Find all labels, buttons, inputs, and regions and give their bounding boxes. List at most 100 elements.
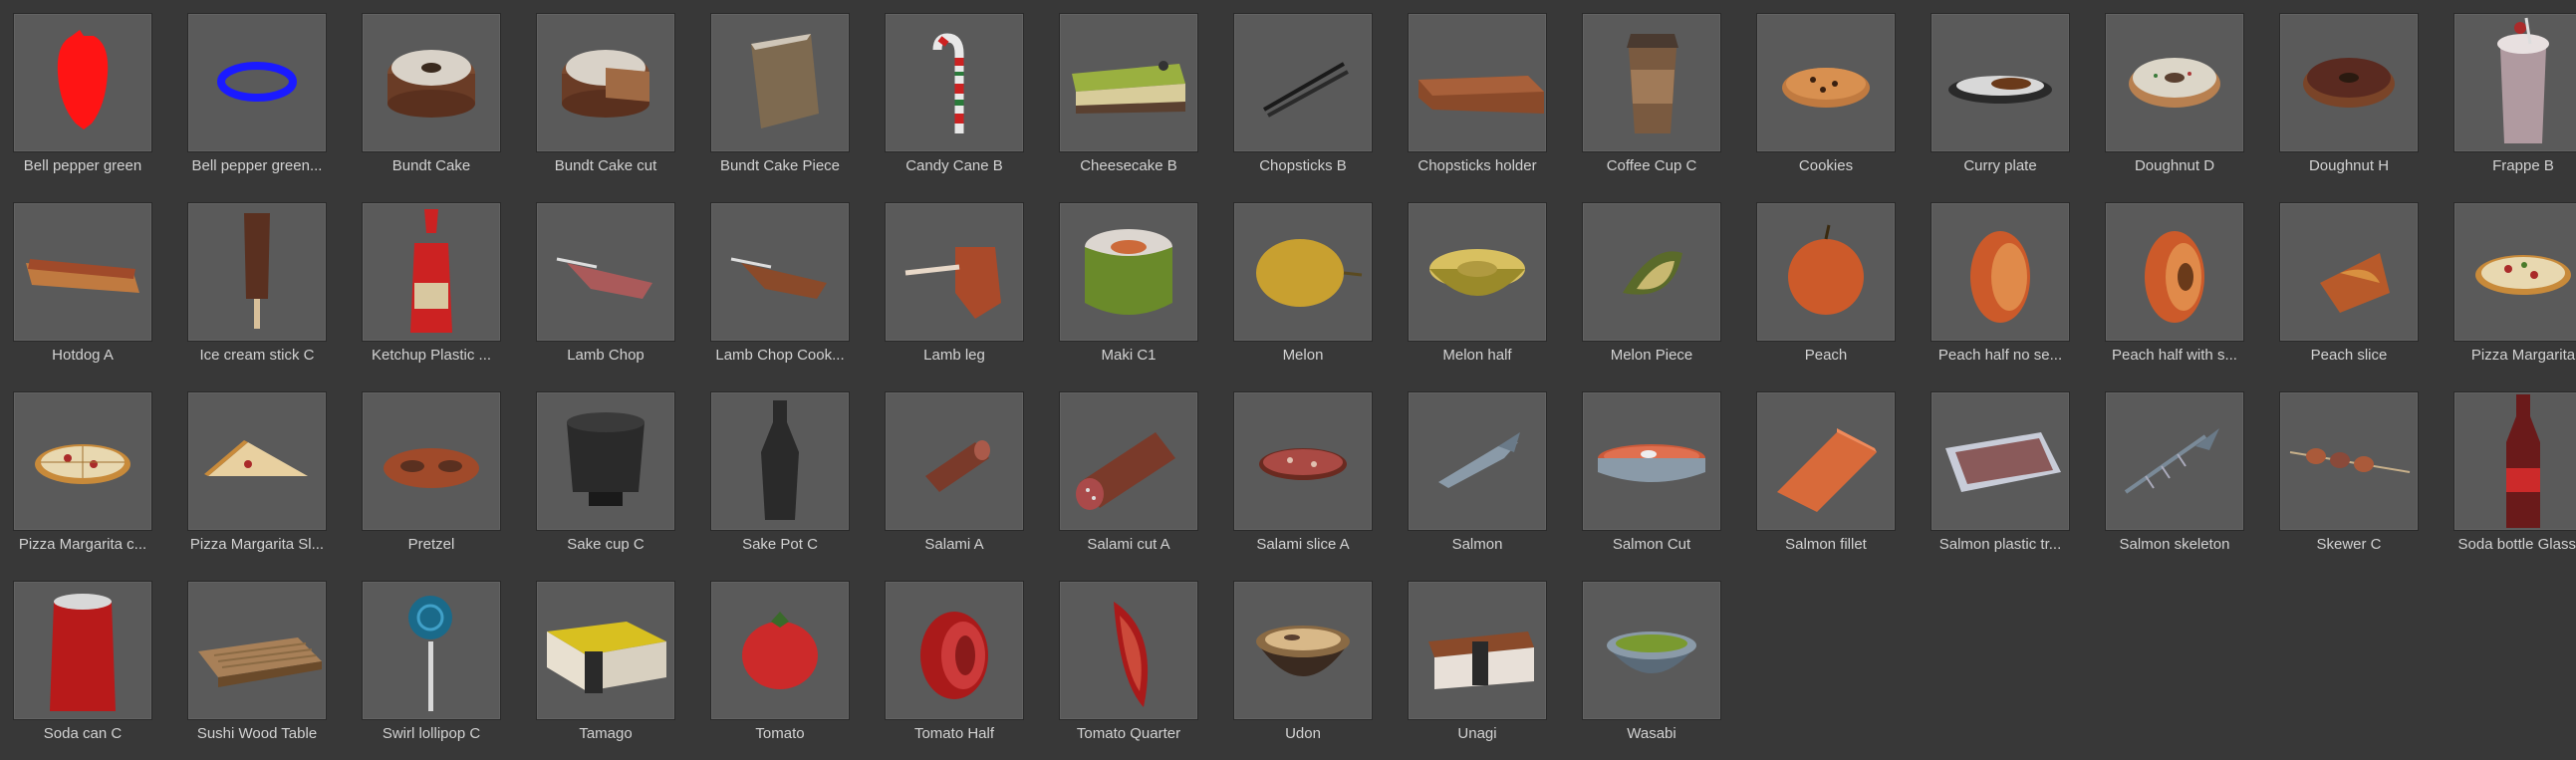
asset-item[interactable]: Sushi Wood Table <box>187 581 337 760</box>
asset-item[interactable]: Tomato <box>710 581 860 760</box>
asset-item[interactable]: Bell pepper green... <box>187 13 337 192</box>
tamago-icon[interactable] <box>536 581 675 720</box>
asset-item[interactable]: Salmon skeleton <box>2105 391 2254 571</box>
salmon-tray-icon[interactable] <box>1931 391 2070 531</box>
melon-piece-icon[interactable] <box>1582 202 1721 342</box>
asset-item[interactable]: Sake Pot C <box>710 391 860 571</box>
asset-item[interactable]: Chopsticks B <box>1233 13 1383 192</box>
melon-icon[interactable] <box>1233 202 1373 342</box>
asset-item[interactable]: Peach slice <box>2279 202 2429 381</box>
lamb-chop-icon[interactable] <box>536 202 675 342</box>
candy-cane-icon[interactable] <box>885 13 1024 152</box>
asset-item[interactable]: Pizza Margarita c... <box>13 391 162 571</box>
melon-half-icon[interactable] <box>1408 202 1547 342</box>
asset-item[interactable]: Peach half with s... <box>2105 202 2254 381</box>
asset-item[interactable]: Chopsticks holder <box>1408 13 1557 192</box>
asset-item[interactable]: Tomato Half <box>885 581 1034 760</box>
ketchup-bottle-icon[interactable] <box>362 202 501 342</box>
asset-item[interactable]: Udon <box>1233 581 1383 760</box>
doughnut-chocolate-icon[interactable] <box>2279 13 2419 152</box>
chopsticks-holder-icon[interactable] <box>1408 13 1547 152</box>
asset-item[interactable]: Ketchup Plastic ... <box>362 202 511 381</box>
asset-item[interactable]: Candy Cane B <box>885 13 1034 192</box>
asset-item[interactable]: Salami cut A <box>1059 391 1208 571</box>
asset-item[interactable]: Salmon plastic tr... <box>1931 391 2080 571</box>
lamb-leg-icon[interactable] <box>885 202 1024 342</box>
asset-item[interactable]: Soda can C <box>13 581 162 760</box>
red-bell-pepper-icon[interactable] <box>13 13 152 152</box>
asset-item[interactable]: Ice cream stick C <box>187 202 337 381</box>
tomato-icon[interactable] <box>710 581 850 720</box>
lollipop-icon[interactable] <box>362 581 501 720</box>
bundt-cake-piece-icon[interactable] <box>710 13 850 152</box>
salmon-cut-icon[interactable] <box>1582 391 1721 531</box>
coffee-cup-icon[interactable] <box>1582 13 1721 152</box>
asset-item[interactable]: Sake cup C <box>536 391 685 571</box>
soda-bottle-icon[interactable] <box>2453 391 2576 531</box>
asset-item[interactable]: Salami slice A <box>1233 391 1383 571</box>
asset-item[interactable]: Lamb Chop Cook... <box>710 202 860 381</box>
sake-pot-icon[interactable] <box>710 391 850 531</box>
pizza-cut-icon[interactable] <box>13 391 152 531</box>
sake-cup-icon[interactable] <box>536 391 675 531</box>
asset-item[interactable]: Bundt Cake Piece <box>710 13 860 192</box>
asset-item[interactable]: Curry plate <box>1931 13 2080 192</box>
peach-icon[interactable] <box>1756 202 1896 342</box>
salami-slice-icon[interactable] <box>1233 391 1373 531</box>
curry-plate-icon[interactable] <box>1931 13 2070 152</box>
asset-item[interactable]: Doughnut D <box>2105 13 2254 192</box>
ice-cream-stick-icon[interactable] <box>187 202 327 342</box>
maki-icon[interactable] <box>1059 202 1198 342</box>
asset-item[interactable]: Frappe B <box>2453 13 2576 192</box>
pizza-icon[interactable] <box>2453 202 2576 342</box>
asset-item[interactable]: Maki C1 <box>1059 202 1208 381</box>
frappe-icon[interactable] <box>2453 13 2576 152</box>
bundt-cake-cut-icon[interactable] <box>536 13 675 152</box>
cookies-icon[interactable] <box>1756 13 1896 152</box>
salami-icon[interactable] <box>885 391 1024 531</box>
asset-item[interactable]: Pretzel <box>362 391 511 571</box>
chopsticks-icon[interactable] <box>1233 13 1373 152</box>
asset-item[interactable]: Salmon <box>1408 391 1557 571</box>
salmon-skeleton-icon[interactable] <box>2105 391 2244 531</box>
asset-item[interactable]: Tamago <box>536 581 685 760</box>
asset-item[interactable]: Soda bottle Glass... <box>2453 391 2576 571</box>
asset-item[interactable]: Melon Piece <box>1582 202 1731 381</box>
lamb-chop-cooked-icon[interactable] <box>710 202 850 342</box>
asset-item[interactable]: Bundt Cake <box>362 13 511 192</box>
asset-item[interactable]: Salmon Cut <box>1582 391 1731 571</box>
asset-item[interactable]: Hotdog A <box>13 202 162 381</box>
asset-item[interactable]: Melon <box>1233 202 1383 381</box>
asset-item[interactable]: Peach half no se... <box>1931 202 2080 381</box>
asset-item[interactable]: Wasabi <box>1582 581 1731 760</box>
bundt-cake-icon[interactable] <box>362 13 501 152</box>
peach-slice-icon[interactable] <box>2279 202 2419 342</box>
asset-item[interactable]: Unagi <box>1408 581 1557 760</box>
pretzel-icon[interactable] <box>362 391 501 531</box>
salami-cut-icon[interactable] <box>1059 391 1198 531</box>
asset-item[interactable]: Pizza Margarita Sl... <box>187 391 337 571</box>
wasabi-bowl-icon[interactable] <box>1582 581 1721 720</box>
asset-item[interactable]: Peach <box>1756 202 1906 381</box>
asset-item[interactable]: Swirl lollipop C <box>362 581 511 760</box>
blue-bell-pepper-ring-icon[interactable] <box>187 13 327 152</box>
asset-item[interactable]: Skewer C <box>2279 391 2429 571</box>
asset-item[interactable]: Tomato Quarter <box>1059 581 1208 760</box>
sushi-table-icon[interactable] <box>187 581 327 720</box>
unagi-icon[interactable] <box>1408 581 1547 720</box>
asset-item[interactable]: Bundt Cake cut <box>536 13 685 192</box>
asset-item[interactable]: Lamb Chop <box>536 202 685 381</box>
tomato-quarter-icon[interactable] <box>1059 581 1198 720</box>
asset-item[interactable]: Melon half <box>1408 202 1557 381</box>
soda-can-icon[interactable] <box>13 581 152 720</box>
asset-item[interactable]: Bell pepper green <box>13 13 162 192</box>
tomato-half-icon[interactable] <box>885 581 1024 720</box>
asset-item[interactable]: Pizza Margarita <box>2453 202 2576 381</box>
peach-half-icon[interactable] <box>1931 202 2070 342</box>
asset-item[interactable]: Cookies <box>1756 13 1906 192</box>
hotdog-icon[interactable] <box>13 202 152 342</box>
pizza-slice-icon[interactable] <box>187 391 327 531</box>
cheesecake-icon[interactable] <box>1059 13 1198 152</box>
peach-half-seed-icon[interactable] <box>2105 202 2244 342</box>
salmon-fillet-icon[interactable] <box>1756 391 1896 531</box>
